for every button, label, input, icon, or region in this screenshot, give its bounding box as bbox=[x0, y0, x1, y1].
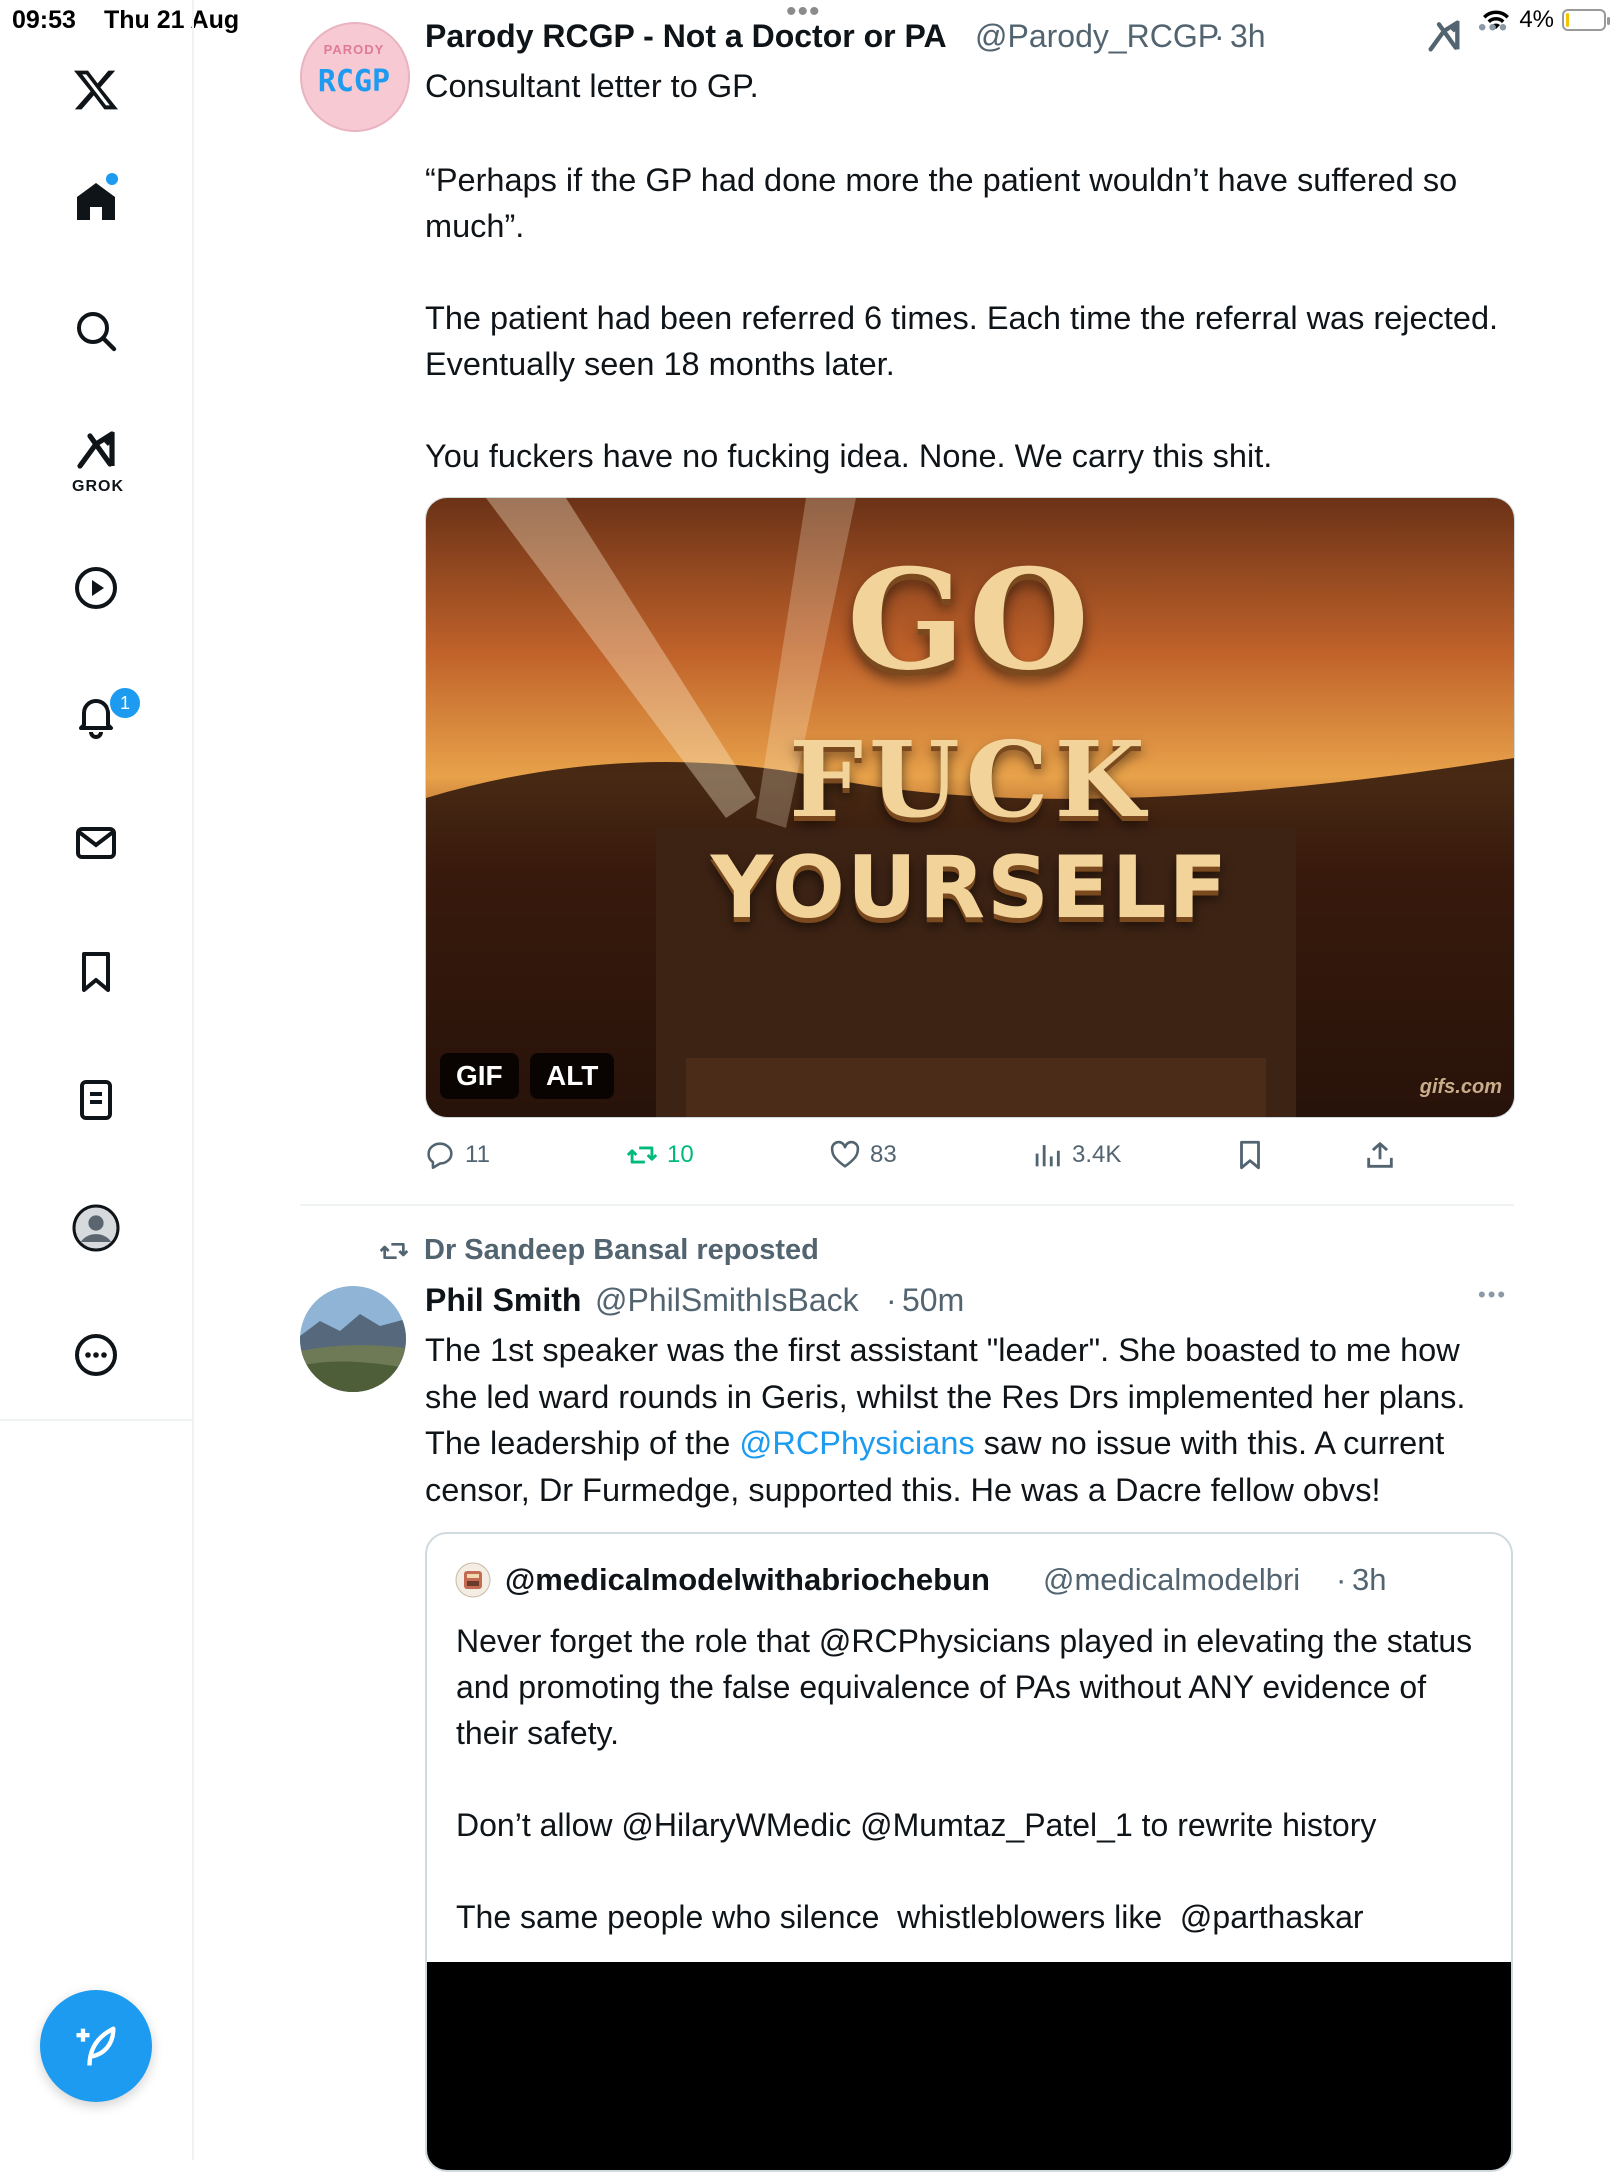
tweet-time[interactable]: 3h bbox=[1230, 18, 1266, 55]
quoted-media-video[interactable] bbox=[427, 1962, 1511, 2170]
gif-line-3: YOURSELF bbox=[710, 838, 1230, 938]
bookmark-icon bbox=[1240, 1140, 1260, 1170]
grok-explain-icon[interactable] bbox=[1424, 16, 1464, 56]
share-icon bbox=[1367, 1142, 1393, 1168]
gif-line-2: FUCK bbox=[789, 718, 1151, 841]
more-options-icon[interactable]: ••• bbox=[1478, 1282, 1507, 1308]
author-handle[interactable]: @Parody_RCGP bbox=[975, 18, 1219, 55]
battery-percent: 4% bbox=[1519, 6, 1554, 33]
tweet-text-line-4: You fuckers have no fucking idea. None. … bbox=[425, 438, 1273, 474]
tweet-text-line-3: The patient had been referred 6 times. E… bbox=[425, 300, 1508, 382]
notification-badge: 1 bbox=[108, 686, 142, 720]
sidebar: GROK 1 bbox=[0, 0, 194, 2160]
reposted-by-label: Dr Sandeep Bansal reposted bbox=[424, 1234, 819, 1266]
quoted-tweet-card[interactable]: @medicalmodelwithabriochebun @medicalmod… bbox=[425, 1532, 1513, 2172]
tweet-time[interactable]: 50m bbox=[902, 1282, 964, 1319]
author-avatar[interactable] bbox=[300, 1286, 406, 1392]
grok-icon[interactable] bbox=[66, 420, 126, 480]
meta-separator: · bbox=[886, 1282, 897, 1318]
view-count: 3.4K bbox=[1072, 1141, 1122, 1168]
reply-button[interactable]: 11 bbox=[423, 1138, 490, 1172]
quoted-tweet-time: 3h bbox=[1352, 1562, 1387, 1597]
tweet-text-line-1: Consultant letter to GP. bbox=[425, 68, 759, 104]
compose-post-button[interactable] bbox=[40, 1990, 152, 2102]
repost-icon bbox=[379, 1242, 409, 1259]
quoted-meta-separator: · bbox=[1336, 1562, 1347, 1597]
quoted-author-avatar[interactable] bbox=[455, 1562, 491, 1598]
quoted-author-name[interactable]: @medicalmodelwithabriochebun bbox=[505, 1562, 990, 1598]
bookmark-icon[interactable] bbox=[66, 942, 126, 1002]
grok-label: GROK bbox=[72, 478, 124, 495]
sidebar-divider bbox=[0, 1419, 192, 1421]
battery-icon bbox=[1562, 9, 1610, 31]
more-circle-icon[interactable] bbox=[66, 1325, 126, 1385]
share-button[interactable] bbox=[1363, 1138, 1397, 1172]
profile-avatar-icon[interactable] bbox=[66, 1198, 126, 1258]
author-name[interactable]: Phil Smith bbox=[425, 1282, 581, 1319]
meta-separator: · bbox=[1214, 18, 1225, 54]
mention-link[interactable]: @RCPhysicians bbox=[739, 1425, 974, 1461]
like-button[interactable]: 83 bbox=[828, 1138, 897, 1172]
x-logo-icon[interactable] bbox=[66, 60, 126, 120]
avatar-landscape-image bbox=[300, 1286, 406, 1392]
tweet-divider bbox=[300, 1204, 1514, 1206]
avatar-rcgp-label: RCGP bbox=[317, 64, 391, 99]
quoted-text-line-1: Never forget the role that @RCPhysicians… bbox=[456, 1623, 1482, 1751]
alt-text-badge[interactable]: ALT bbox=[530, 1053, 615, 1099]
views-button[interactable]: 3.4K bbox=[1030, 1138, 1121, 1172]
repost-count: 10 bbox=[667, 1141, 694, 1168]
reply-icon bbox=[427, 1142, 453, 1170]
author-handle[interactable]: @PhilSmithIsBack bbox=[595, 1282, 859, 1319]
search-icon[interactable] bbox=[66, 301, 126, 361]
repost-button[interactable]: 10 bbox=[625, 1138, 694, 1172]
messages-envelope-icon[interactable] bbox=[66, 813, 126, 873]
gif-badge: GIF bbox=[440, 1053, 519, 1099]
quoted-author-handle[interactable]: @medicalmodelbri bbox=[1043, 1562, 1300, 1598]
quoted-text-line-3: The same people who silence whistleblowe… bbox=[456, 1899, 1364, 1935]
repost-icon bbox=[626, 1146, 658, 1164]
home-unread-dot bbox=[106, 173, 118, 185]
tweet-text-line-2: “Perhaps if the GP had done more the pat… bbox=[425, 162, 1467, 244]
gif-line-1: GO bbox=[846, 538, 1094, 701]
heart-icon bbox=[830, 1140, 860, 1168]
like-count: 83 bbox=[870, 1141, 897, 1168]
bookmark-button[interactable] bbox=[1233, 1138, 1267, 1172]
video-play-icon[interactable] bbox=[66, 558, 126, 618]
repost-context[interactable]: Dr Sandeep Bansal reposted bbox=[378, 1234, 819, 1267]
author-avatar[interactable]: PARODY RCGP bbox=[300, 22, 410, 132]
compose-feather-icon bbox=[76, 2026, 116, 2066]
tweet-gif-media[interactable]: GO FUCK YOURSELF gifs.com GIF ALT bbox=[425, 497, 1515, 1118]
lists-icon[interactable] bbox=[66, 1070, 126, 1130]
author-name[interactable]: Parody RCGP - Not a Doctor or PA bbox=[425, 18, 947, 55]
quoted-text-line-2: Don’t allow @HilaryWMedic @Mumtaz_Patel_… bbox=[456, 1807, 1377, 1843]
views-chart-icon bbox=[1035, 1145, 1060, 1167]
avatar-parody-label: PARODY bbox=[323, 42, 385, 57]
gif-watermark: gifs.com bbox=[1419, 1076, 1502, 1098]
more-options-icon[interactable]: ••• bbox=[1478, 14, 1509, 42]
tweet-body: The 1st speaker was the first assistant … bbox=[425, 1327, 1515, 1513]
reply-count: 11 bbox=[465, 1141, 490, 1168]
